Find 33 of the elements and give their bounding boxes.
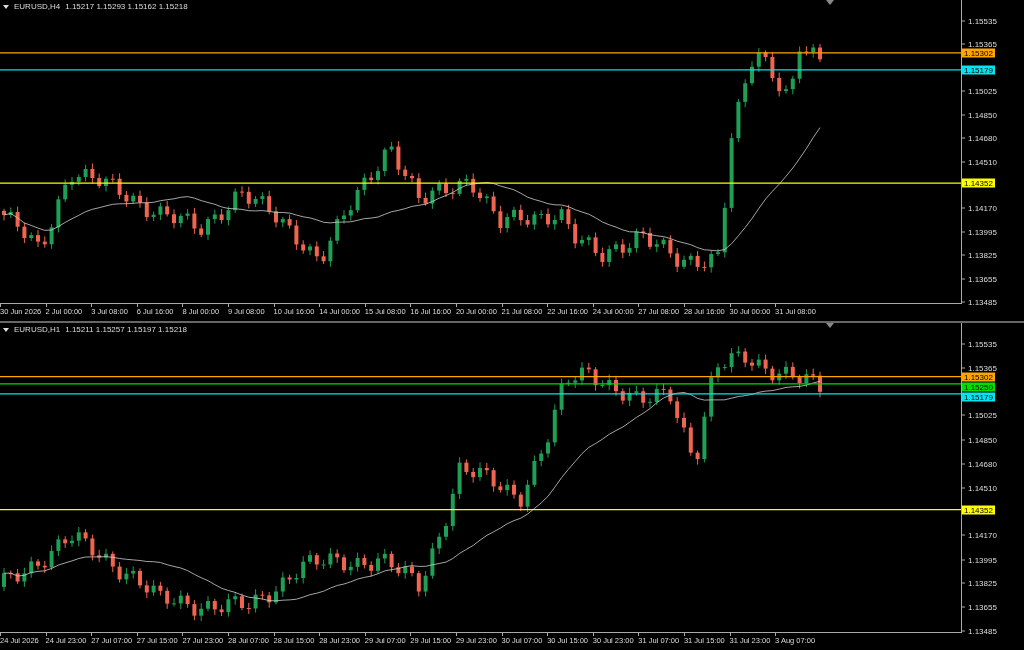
price-axis-label: 1.15025 bbox=[968, 86, 997, 96]
price-axis-label: 1.13825 bbox=[968, 250, 997, 260]
price-level-tag: 1.15302 bbox=[962, 372, 995, 382]
price-level-tag: 1.15179 bbox=[962, 65, 995, 75]
ohlc-values: 1.15211 1.15257 1.15197 1.15218 bbox=[65, 325, 187, 334]
price-axis-label: 1.13655 bbox=[968, 602, 997, 612]
price-axis-label: 1.14510 bbox=[968, 483, 997, 492]
ohlc-values: 1.15217 1.15293 1.15162 1.15218 bbox=[65, 2, 188, 11]
price-axis-label: 1.14680 bbox=[968, 459, 997, 469]
price-level-tag: 1.15250 bbox=[962, 382, 995, 392]
price-axis-label: 1.14680 bbox=[968, 133, 997, 143]
price-axis-label: 1.15365 bbox=[968, 363, 997, 373]
price-axis-label: 1.14510 bbox=[968, 157, 997, 166]
price-axis-label: 1.14850 bbox=[968, 110, 997, 120]
price-level-tag: 1.14352 bbox=[962, 178, 995, 188]
price-axis-label: 1.15535 bbox=[968, 339, 997, 349]
symbol-label: EURUSD,H1 bbox=[14, 325, 61, 334]
price-level-tag: 1.14352 bbox=[962, 505, 995, 515]
price-level-tag: 1.15179 bbox=[962, 392, 995, 402]
price-axis-label: 1.13655 bbox=[968, 274, 997, 284]
price-axis-label: 1.15535 bbox=[968, 16, 997, 26]
symbol-label: EURUSD,H4 bbox=[14, 2, 61, 11]
price-axis-label: 1.14170 bbox=[968, 530, 997, 540]
price-axis-label: 1.13485 bbox=[968, 297, 997, 307]
price-axis-label: 1.13995 bbox=[968, 227, 997, 237]
price-level-tag: 1.15302 bbox=[962, 48, 995, 58]
price-axis-label: 1.14850 bbox=[968, 435, 997, 445]
price-axis-label: 1.15025 bbox=[968, 410, 997, 420]
price-axis-label: 1.13995 bbox=[968, 555, 997, 565]
price-axis-label: 1.13825 bbox=[968, 578, 997, 588]
price-axis-label: 1.14170 bbox=[968, 203, 997, 213]
price-axis-label: 1.15365 bbox=[968, 39, 997, 49]
price-axis-label: 1.13485 bbox=[968, 626, 997, 636]
